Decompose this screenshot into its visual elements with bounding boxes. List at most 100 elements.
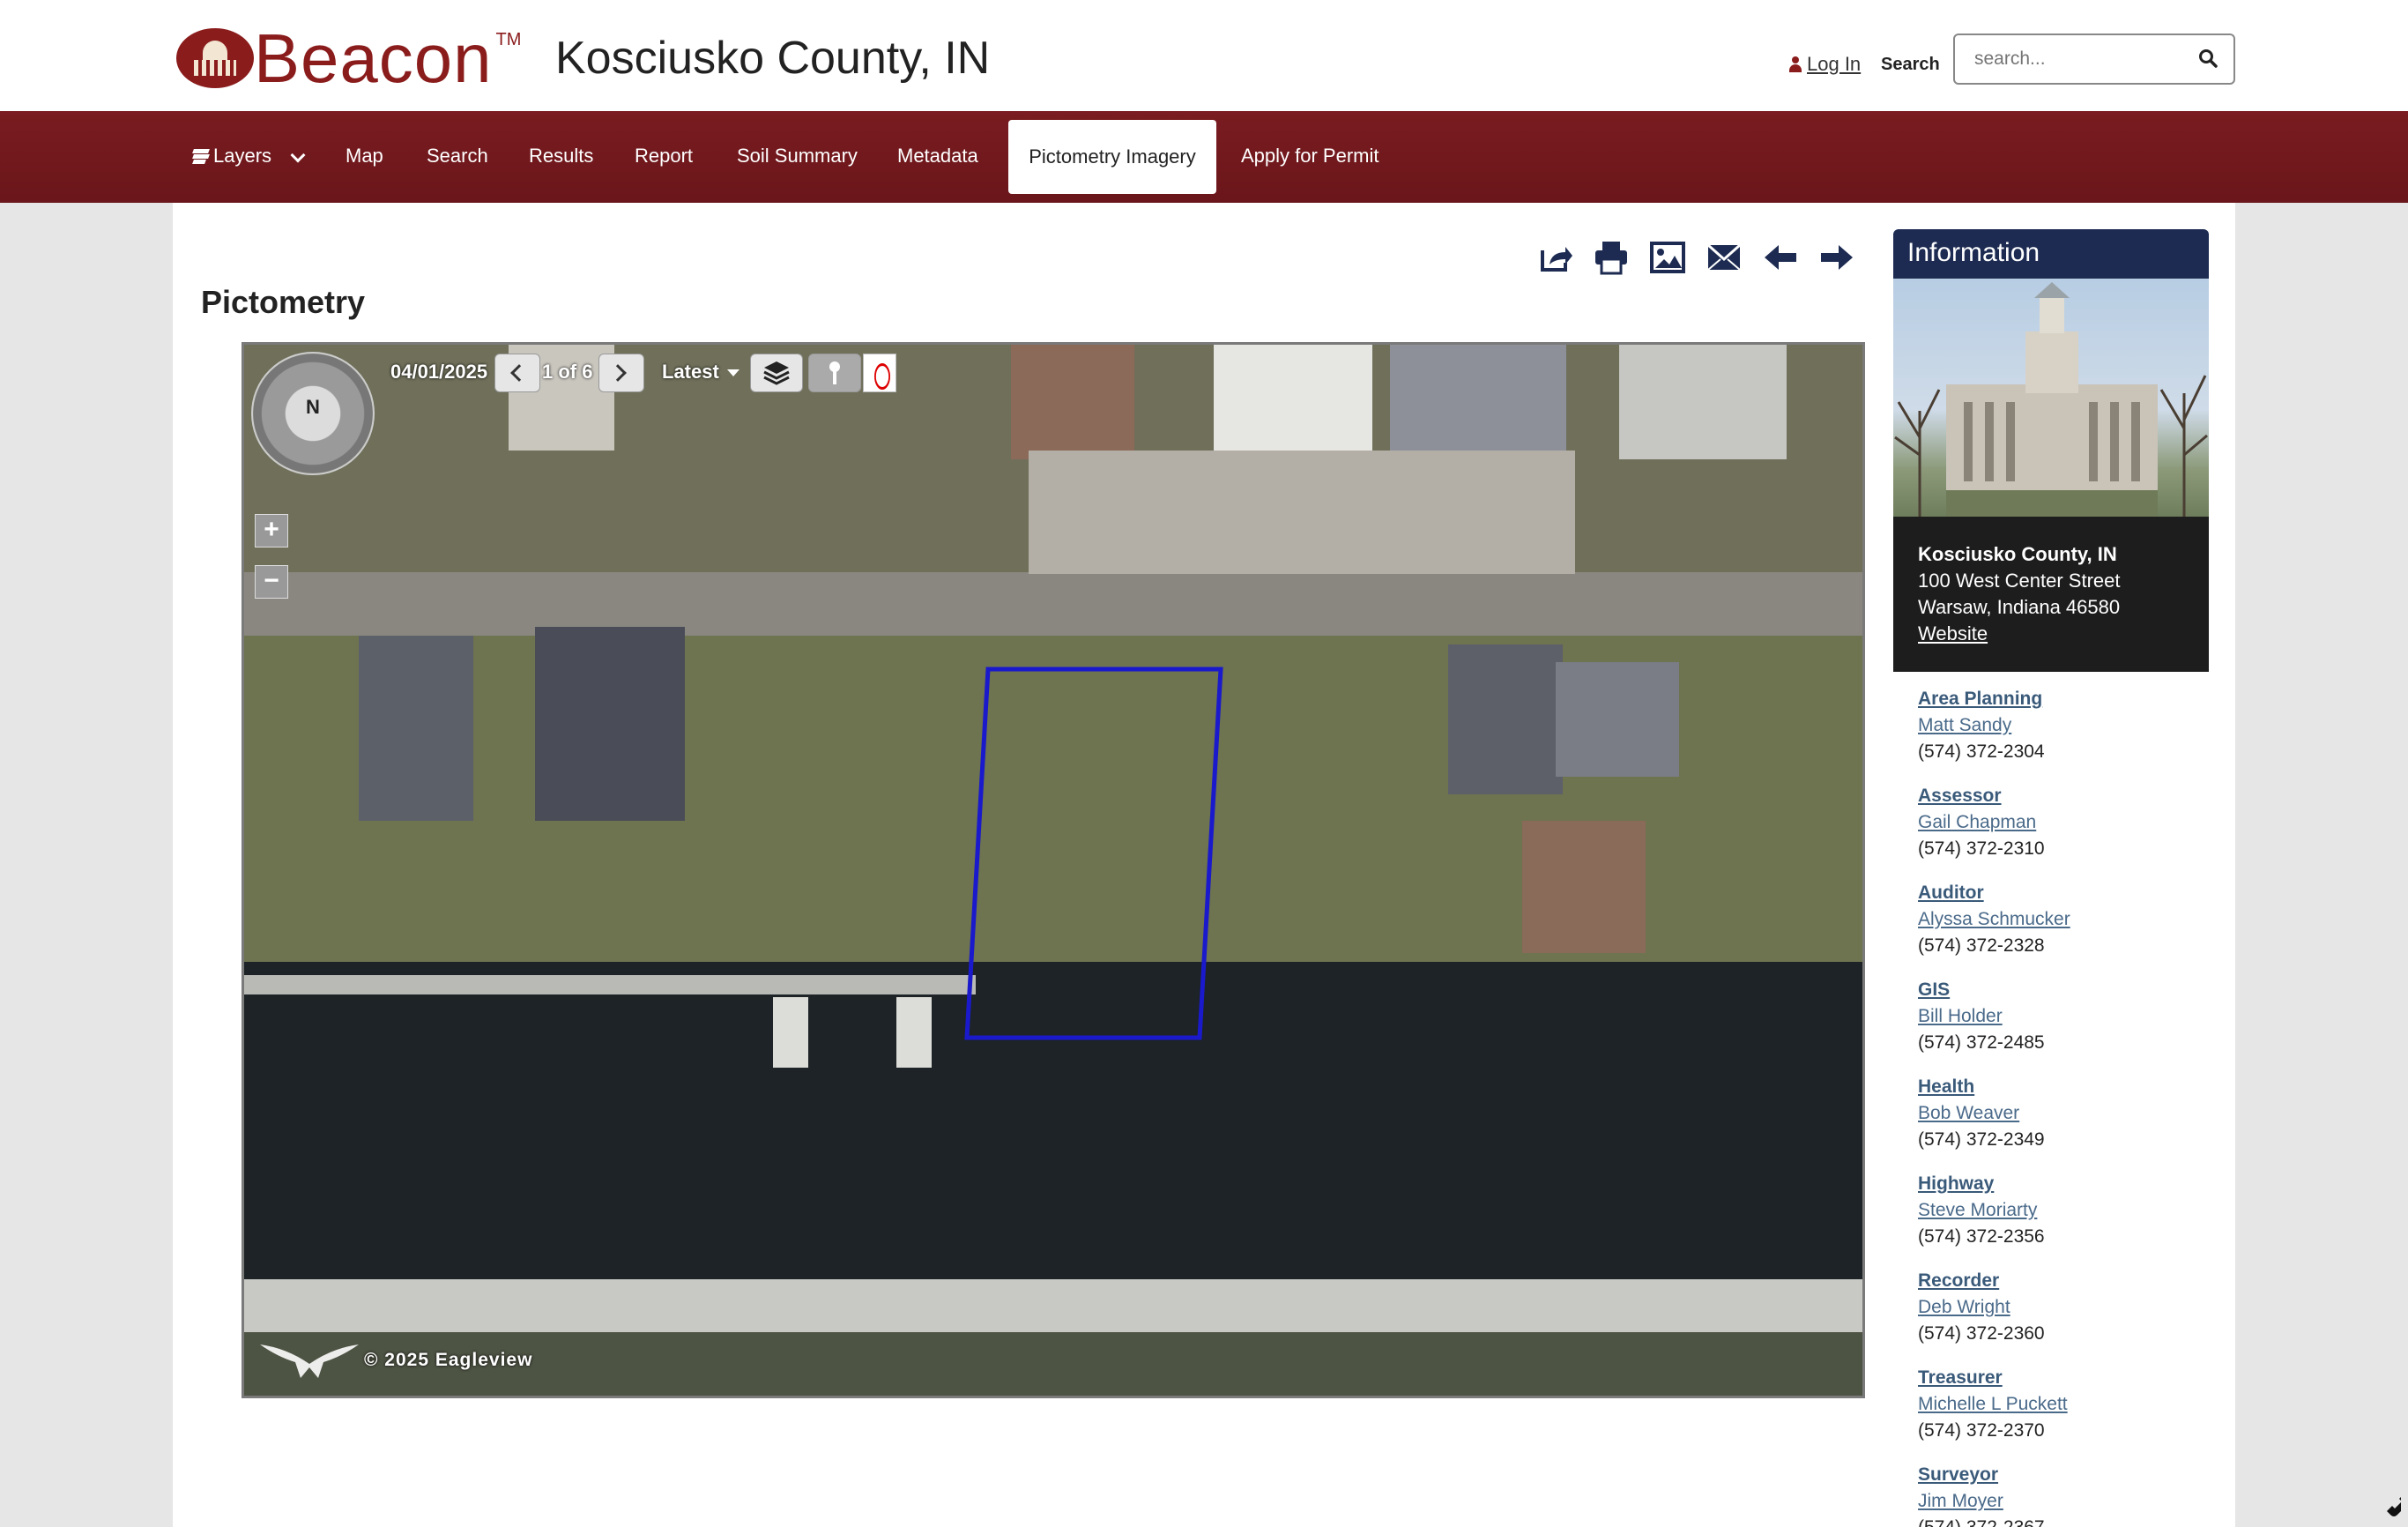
share-icon[interactable]: [1535, 238, 1574, 277]
login-label[interactable]: Log In: [1807, 53, 1861, 76]
contact-highway: Highway Steve Moriarty (574) 372-2356: [1918, 1171, 2045, 1250]
phone-number: (574) 372-2360: [1918, 1323, 2045, 1344]
nav-metadata[interactable]: Metadata: [897, 145, 978, 168]
print-icon[interactable]: [1592, 238, 1631, 277]
nav-map[interactable]: Map: [346, 145, 383, 168]
phone-number: (574) 372-2304: [1918, 741, 2045, 762]
information-panel: Information Kosciusko County, IN 100 Wes…: [1893, 229, 2209, 1527]
pin-tool-button[interactable]: [808, 354, 861, 392]
nav-layers-label: Layers: [213, 145, 272, 167]
nav-apply-for-permit[interactable]: Apply for Permit: [1241, 145, 1379, 168]
contact-assessor: Assessor Gail Chapman (574) 372-2310: [1918, 783, 2045, 862]
phone-handset-icon[interactable]: [2371, 1490, 2401, 1520]
back-arrow-icon[interactable]: [1761, 238, 1800, 277]
person-link[interactable]: Deb Wright: [1918, 1294, 2045, 1321]
nav-search[interactable]: Search: [427, 145, 488, 168]
person-link[interactable]: Matt Sandy: [1918, 712, 2045, 739]
compass-control[interactable]: N: [251, 352, 375, 475]
copyright-notice: © 2025 Eagleview: [364, 1350, 533, 1370]
nav-report[interactable]: Report: [635, 145, 693, 168]
chevron-left-icon: [510, 364, 528, 382]
address-name: Kosciusko County, IN: [1918, 543, 2117, 565]
contact-auditor: Auditor Alyssa Schmucker (574) 372-2328: [1918, 880, 2070, 959]
phone-number: (574) 372-2370: [1918, 1420, 2045, 1441]
courthouse-photo: [1893, 279, 2209, 517]
nav-results[interactable]: Results: [529, 145, 593, 168]
contact-gis: GIS Bill Holder (574) 372-2485: [1918, 977, 2045, 1056]
previous-image-button[interactable]: [494, 354, 540, 392]
county-address-block: Kosciusko County, IN 100 West Center Str…: [1893, 517, 2209, 672]
dept-link[interactable]: Health: [1918, 1074, 2045, 1100]
address-city: Warsaw, Indiana 46580: [1918, 596, 2121, 618]
person-link[interactable]: Bob Weaver: [1918, 1100, 2045, 1127]
login-link[interactable]: Log In: [1789, 53, 1861, 76]
zoom-out-button[interactable]: −: [255, 565, 288, 599]
dept-link[interactable]: Surveyor: [1918, 1462, 2045, 1488]
layers-icon: [192, 149, 210, 164]
parcel-outline: [964, 667, 1223, 1040]
website-link[interactable]: Website: [1918, 622, 1988, 644]
caret-down-icon[interactable]: [727, 369, 739, 376]
phone-number: (574) 372-2310: [1918, 838, 2045, 859]
layers-icon: [763, 361, 790, 385]
phone-number: (574) 372-2349: [1918, 1129, 2045, 1150]
search-icon[interactable]: [2198, 48, 2218, 68]
phone-number: (574) 372-2356: [1918, 1226, 2045, 1247]
chevron-right-icon: [609, 364, 627, 382]
county-title: Kosciusko County, IN: [555, 33, 991, 84]
address-street: 100 West Center Street: [1918, 570, 2121, 592]
nav-layers[interactable]: Layers: [192, 145, 271, 168]
nav-soil-summary[interactable]: Soil Summary: [737, 145, 858, 168]
phone-number: (574) 372-2328: [1918, 935, 2045, 956]
person-link[interactable]: Bill Holder: [1918, 1003, 2045, 1030]
nav-pictometry-imagery[interactable]: Pictometry Imagery: [1008, 120, 1216, 194]
view-selector[interactable]: Latest: [662, 361, 719, 384]
courthouse-image: [1894, 282, 2208, 517]
phone-number: (574) 372-2485: [1918, 1032, 2045, 1053]
dept-link[interactable]: Recorder: [1918, 1268, 2045, 1294]
forward-arrow-icon[interactable]: [1817, 238, 1856, 277]
dept-link[interactable]: Assessor: [1918, 783, 2045, 809]
trademark: TM: [495, 30, 522, 49]
contact-area-planning: Area Planning Matt Sandy (574) 372-2304: [1918, 686, 2045, 765]
pin-icon: [829, 361, 840, 384]
person-link[interactable]: Michelle L Puckett: [1918, 1391, 2068, 1418]
image-page-count: 1 of 6: [542, 361, 593, 383]
image-icon[interactable]: [1648, 238, 1687, 277]
person-link[interactable]: Alyssa Schmucker: [1918, 906, 2070, 933]
compass-north-label: N: [306, 396, 320, 418]
dept-link[interactable]: GIS: [1918, 977, 2045, 1003]
contact-health: Health Bob Weaver (574) 372-2349: [1918, 1074, 2045, 1153]
next-image-button[interactable]: [598, 354, 644, 392]
eagleview-logo-icon: [260, 1345, 359, 1378]
page-title: Pictometry: [201, 284, 366, 320]
dept-link[interactable]: Treasurer: [1918, 1365, 2068, 1391]
contact-recorder: Recorder Deb Wright (574) 372-2360: [1918, 1268, 2045, 1347]
person-link[interactable]: Steve Moriarty: [1918, 1197, 2045, 1224]
image-date: 04/01/2025: [390, 361, 488, 383]
pdf-icon[interactable]: [863, 354, 896, 392]
pictometry-viewer[interactable]: N + − 04/01/2025 1 of 6 Latest © 2025 Ea…: [242, 342, 1865, 1398]
email-icon[interactable]: [1705, 238, 1743, 277]
person-link[interactable]: Jim Moyer: [1918, 1488, 2045, 1515]
dept-link[interactable]: Area Planning: [1918, 686, 2045, 712]
dept-link[interactable]: Auditor: [1918, 880, 2070, 906]
top-header: Beacon TM Kosciusko County, IN Log In Se…: [0, 0, 2408, 111]
layers-toggle-button[interactable]: [750, 354, 803, 392]
beacon-logo[interactable]: Beacon TM: [176, 19, 522, 97]
user-icon: [1789, 56, 1802, 72]
search-box: [1953, 34, 2235, 85]
chevron-down-icon[interactable]: [290, 147, 306, 163]
phone-number: (574) 372-2367: [1918, 1515, 2045, 1527]
person-link[interactable]: Gail Chapman: [1918, 809, 2045, 836]
brand-name: Beacon: [254, 19, 493, 97]
info-header: Information: [1893, 229, 2209, 279]
main-nav: Layers Map Search Results Report Soil Su…: [0, 111, 2408, 203]
zoom-in-button[interactable]: +: [255, 514, 288, 547]
search-input[interactable]: [1955, 35, 2175, 83]
courthouse-logo-icon: [176, 28, 254, 88]
contact-surveyor: Surveyor Jim Moyer (574) 372-2367: [1918, 1462, 2045, 1527]
dept-link[interactable]: Highway: [1918, 1171, 2045, 1197]
search-label: Search: [1881, 55, 1940, 74]
contact-treasurer: Treasurer Michelle L Puckett (574) 372-2…: [1918, 1365, 2068, 1444]
